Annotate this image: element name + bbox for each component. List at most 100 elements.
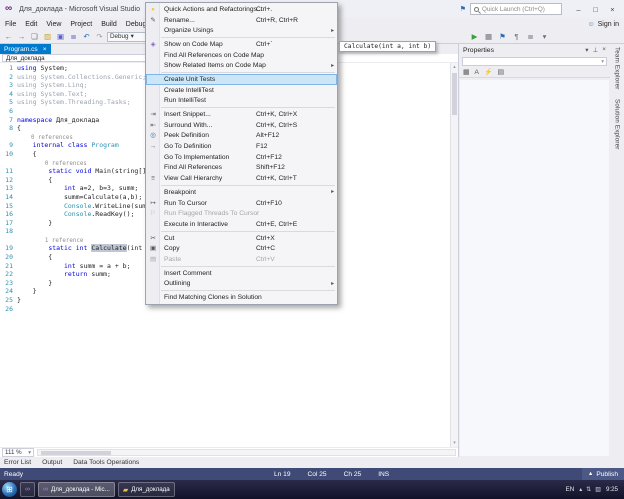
taskbar-vs-window-button[interactable]: ∞Для_доклада - Mic... bbox=[38, 482, 115, 497]
line-number[interactable]: 10 bbox=[0, 150, 17, 159]
vertical-scrollbar[interactable]: ▴ ▾ bbox=[450, 63, 458, 447]
navigate-forward-icon[interactable]: → bbox=[17, 32, 26, 41]
codelens-references[interactable]: 0 references bbox=[17, 135, 73, 141]
code-line[interactable]: 26 bbox=[0, 305, 450, 314]
line-number[interactable]: 23 bbox=[0, 279, 17, 288]
line-number[interactable]: 6 bbox=[0, 107, 17, 116]
solution-configuration-dropdown[interactable]: Debug ▾ bbox=[107, 32, 149, 42]
scroll-up-icon[interactable]: ▴ bbox=[453, 64, 456, 70]
context-menu-item-find-matching-clones-in-solution[interactable]: Find Matching Clones in Solution bbox=[146, 292, 337, 303]
line-number[interactable]: 16 bbox=[0, 210, 17, 219]
context-menu-item-copy[interactable]: ▣CopyCtrl+C bbox=[146, 243, 337, 254]
line-number[interactable] bbox=[0, 236, 17, 245]
context-menu-item-show-on-code-map[interactable]: ◈Show on Code MapCtrl+` bbox=[146, 39, 337, 50]
line-number[interactable]: 18 bbox=[0, 227, 17, 236]
redo-icon[interactable]: ↷ bbox=[95, 32, 104, 41]
start-button[interactable]: ⊞ bbox=[2, 482, 17, 497]
context-menu-item-find-all-references[interactable]: Find All ReferencesShift+F12 bbox=[146, 163, 337, 174]
context-menu-item-organize-usings[interactable]: Organize Usings▸ bbox=[146, 25, 337, 36]
close-button[interactable]: × bbox=[608, 5, 617, 14]
codelens-references[interactable]: 0 references bbox=[17, 161, 87, 167]
hidden-icons-chevron[interactable]: ▴ bbox=[579, 486, 582, 493]
line-number[interactable]: 5 bbox=[0, 98, 17, 107]
line-number[interactable]: 9 bbox=[0, 141, 17, 150]
open-file-icon[interactable]: ▨ bbox=[43, 32, 52, 41]
menu-item-debug[interactable]: Debug bbox=[126, 21, 147, 28]
line-number[interactable]: 14 bbox=[0, 193, 17, 202]
line-number[interactable]: 24 bbox=[0, 287, 17, 296]
scroll-down-icon[interactable]: ▾ bbox=[453, 440, 456, 446]
context-menu-item-run-intellitest[interactable]: Run IntelliTest bbox=[146, 96, 337, 107]
taskbar-folder-window-button[interactable]: ▰Для_доклада bbox=[118, 482, 175, 497]
line-number[interactable]: 13 bbox=[0, 184, 17, 193]
panel-tab-data-tools-operations[interactable]: Data Tools Operations bbox=[73, 459, 139, 466]
sign-in-button[interactable]: ☺ Sign in bbox=[587, 21, 619, 28]
context-menu-item-go-to-implementation[interactable]: Go To ImplementationCtrl+F12 bbox=[146, 152, 337, 163]
context-menu-item-create-unit-tests[interactable]: Create Unit Tests bbox=[146, 74, 337, 85]
properties-grid[interactable] bbox=[460, 80, 609, 456]
tab-program-cs[interactable]: Program.cs × bbox=[0, 44, 51, 54]
line-number[interactable]: 8 bbox=[0, 124, 17, 133]
navigate-backward-icon[interactable]: ← bbox=[4, 32, 13, 41]
toolbar-overflow-icon[interactable]: ▾ bbox=[540, 32, 549, 41]
line-number[interactable]: 20 bbox=[0, 253, 17, 262]
context-menu-item-breakpoint[interactable]: Breakpoint▸ bbox=[146, 187, 337, 198]
save-all-icon[interactable]: ≣ bbox=[69, 32, 78, 41]
window-position-icon[interactable]: ▾ bbox=[585, 46, 588, 54]
tab-close-icon[interactable]: × bbox=[43, 46, 47, 53]
line-number[interactable]: 22 bbox=[0, 270, 17, 279]
clock[interactable]: 9:25 bbox=[606, 486, 618, 493]
save-icon[interactable]: ▣ bbox=[56, 32, 65, 41]
line-number[interactable]: 1 bbox=[0, 64, 17, 73]
context-menu-item-execute-in-interactive[interactable]: Execute in InteractiveCtrl+E, Ctrl+E bbox=[146, 219, 337, 230]
context-menu-item-go-to-definition[interactable]: →Go To DefinitionF12 bbox=[146, 141, 337, 152]
tool-tab-solution-explorer[interactable]: Solution Explorer bbox=[614, 99, 621, 150]
line-number[interactable]: 19 bbox=[0, 244, 17, 253]
menu-item-build[interactable]: Build bbox=[101, 21, 117, 28]
taskbar-pinned-vs[interactable]: ∞ bbox=[20, 482, 35, 497]
line-number[interactable]: 3 bbox=[0, 81, 17, 90]
context-menu-item-find-all-references-on-code-map[interactable]: Find All References on Code Map bbox=[146, 50, 337, 61]
context-menu-item-show-related-items-on-code-map[interactable]: Show Related Items on Code Map▸ bbox=[146, 60, 337, 71]
close-icon[interactable]: × bbox=[602, 46, 606, 54]
project-dropdown[interactable]: Для_доклада ▾ bbox=[2, 54, 162, 62]
bookmark-icon[interactable]: ⚑ bbox=[498, 32, 507, 41]
publish-button[interactable]: ▲ Publish bbox=[582, 468, 624, 480]
line-number[interactable]: 25 bbox=[0, 296, 17, 305]
line-number[interactable]: 26 bbox=[0, 305, 17, 314]
menu-item-view[interactable]: View bbox=[46, 21, 61, 28]
start-debug-icon[interactable]: ▶ bbox=[470, 32, 479, 41]
panel-tab-output[interactable]: Output bbox=[42, 459, 62, 466]
outline-icon[interactable]: ≣ bbox=[526, 32, 535, 41]
line-number[interactable]: 12 bbox=[0, 176, 17, 185]
properties-object-dropdown[interactable]: ▾ bbox=[462, 57, 607, 66]
language-indicator[interactable]: EN bbox=[566, 486, 575, 493]
menu-item-edit[interactable]: Edit bbox=[25, 21, 37, 28]
line-number[interactable] bbox=[0, 133, 17, 142]
code-map-toolbar-icon[interactable]: ▦ bbox=[484, 32, 493, 41]
menu-item-project[interactable]: Project bbox=[70, 21, 92, 28]
panel-tab-error-list[interactable]: Error List bbox=[4, 459, 31, 466]
quick-launch-input[interactable]: Quick Launch (Ctrl+Q) bbox=[470, 3, 562, 15]
new-file-icon[interactable]: ❏ bbox=[30, 32, 39, 41]
minimize-button[interactable]: – bbox=[574, 5, 583, 14]
context-menu-item-rename[interactable]: ✎Rename...Ctrl+R, Ctrl+R bbox=[146, 15, 337, 26]
menu-item-file[interactable]: File bbox=[5, 21, 16, 28]
line-number[interactable]: 2 bbox=[0, 73, 17, 82]
property-pages-icon[interactable]: ▤ bbox=[497, 68, 503, 76]
context-menu-item-peek-definition[interactable]: ◎Peek DefinitionAlt+F12 bbox=[146, 131, 337, 142]
line-number[interactable]: 21 bbox=[0, 262, 17, 271]
maximize-button[interactable]: □ bbox=[591, 5, 600, 14]
comment-icon[interactable]: ¶ bbox=[512, 32, 521, 41]
horizontal-scrollbar[interactable] bbox=[37, 449, 456, 456]
context-menu-item-cut[interactable]: ✂CutCtrl+X bbox=[146, 233, 337, 244]
scrollbar-thumb[interactable] bbox=[452, 73, 457, 115]
network-icon[interactable]: ⇅ bbox=[586, 486, 591, 493]
context-menu-item-outlining[interactable]: Outlining▸ bbox=[146, 279, 337, 290]
undo-icon[interactable]: ↶ bbox=[82, 32, 91, 41]
context-menu-item-run-to-cursor[interactable]: ↦Run To CursorCtrl+F10 bbox=[146, 198, 337, 209]
context-menu-item-create-intellitest[interactable]: Create IntelliTest bbox=[146, 85, 337, 96]
context-menu-item-insert-comment[interactable]: Insert Comment bbox=[146, 268, 337, 279]
context-menu-item-surround-with[interactable]: ⇤Surround With...Ctrl+K, Ctrl+S bbox=[146, 120, 337, 131]
zoom-dropdown[interactable]: 111 % ▾ bbox=[2, 448, 34, 457]
